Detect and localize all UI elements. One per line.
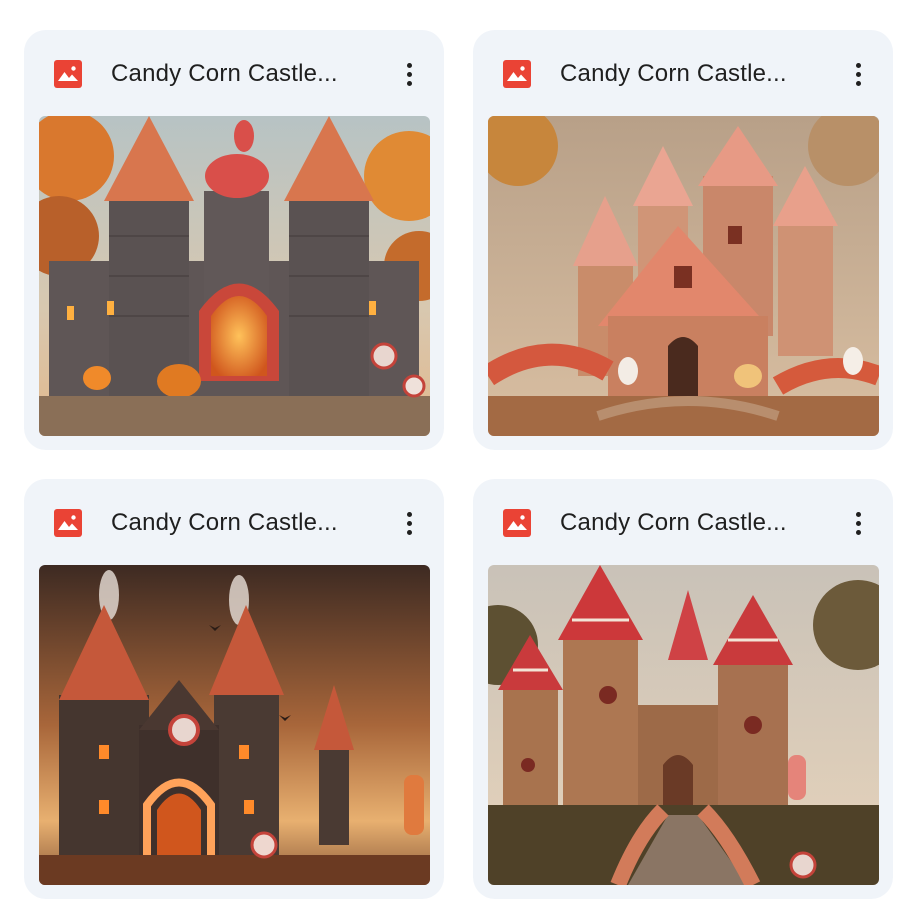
file-card[interactable]: Candy Corn Castle... <box>473 479 893 899</box>
file-title[interactable]: Candy Corn Castle... <box>560 507 787 539</box>
more-vert-icon[interactable] <box>843 503 873 543</box>
image-file-icon <box>503 60 531 88</box>
file-card[interactable]: Candy Corn Castle... <box>24 30 444 450</box>
more-vert-icon[interactable] <box>394 54 424 94</box>
file-card-header: Candy Corn Castle... <box>24 479 444 565</box>
image-file-icon <box>54 60 82 88</box>
file-title[interactable]: Candy Corn Castle... <box>111 58 338 90</box>
file-title[interactable]: Candy Corn Castle... <box>111 507 338 539</box>
file-thumbnail[interactable] <box>39 116 430 436</box>
image-file-icon <box>503 509 531 537</box>
file-thumbnail[interactable] <box>488 116 879 436</box>
castle-thumbnail-image <box>488 565 879 885</box>
more-vert-icon[interactable] <box>843 54 873 94</box>
file-card-header: Candy Corn Castle... <box>24 30 444 116</box>
file-title[interactable]: Candy Corn Castle... <box>560 58 787 90</box>
more-vert-icon[interactable] <box>394 503 424 543</box>
file-card-header: Candy Corn Castle... <box>473 479 893 565</box>
file-card[interactable]: Candy Corn Castle... <box>473 30 893 450</box>
file-card-header: Candy Corn Castle... <box>473 30 893 116</box>
file-thumbnail[interactable] <box>488 565 879 885</box>
file-grid: Candy Corn Castle... Candy Corn Castle..… <box>0 0 908 916</box>
file-card[interactable]: Candy Corn Castle... <box>24 479 444 899</box>
castle-thumbnail-image <box>39 116 430 436</box>
castle-thumbnail-image <box>39 565 430 885</box>
file-thumbnail[interactable] <box>39 565 430 885</box>
castle-thumbnail-image <box>488 116 879 436</box>
image-file-icon <box>54 509 82 537</box>
